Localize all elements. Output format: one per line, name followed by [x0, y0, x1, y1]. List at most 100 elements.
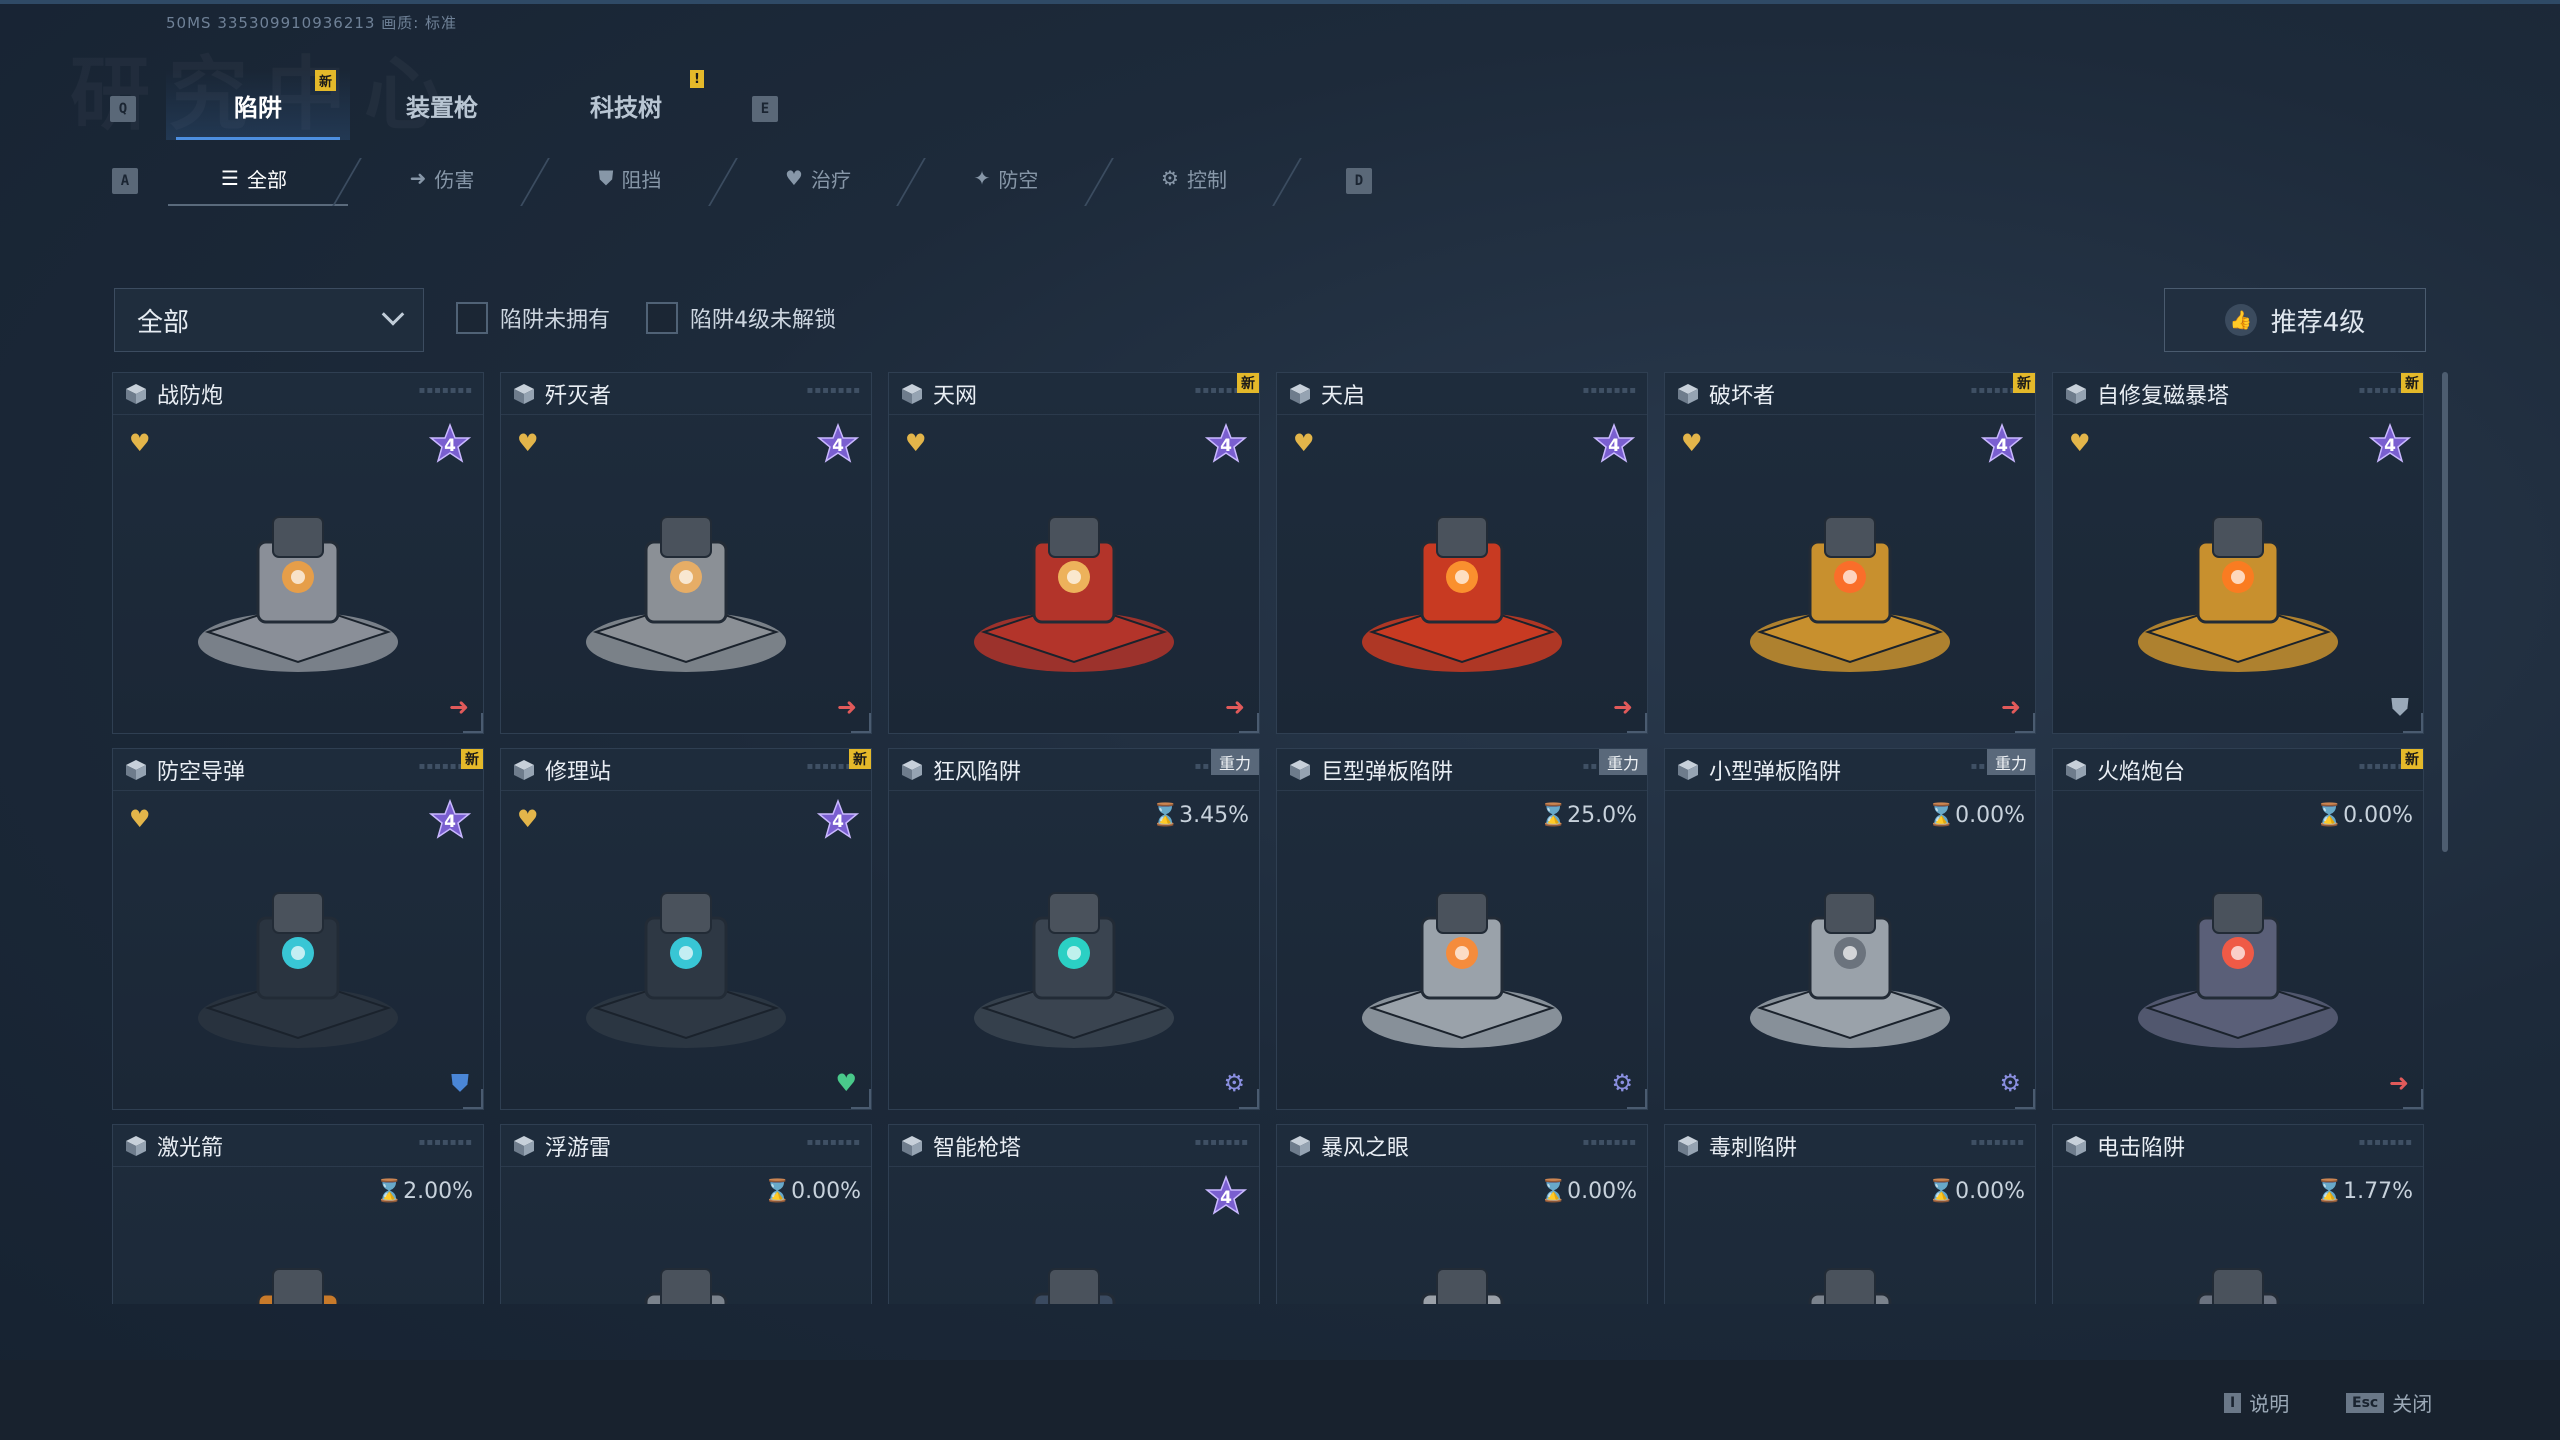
favorite-heart-icon[interactable]: ♥	[517, 805, 539, 833]
favorite-heart-icon[interactable]: ♥	[1293, 429, 1315, 457]
cube-icon	[1290, 759, 1310, 780]
gear-icon: ⚙	[1223, 1069, 1245, 1097]
trap-artwork	[974, 891, 1174, 1048]
subtab-1[interactable]: ➜ 伤害	[348, 150, 536, 206]
favorite-heart-icon[interactable]: ♥	[517, 429, 539, 457]
favorite-heart-icon[interactable]: ♥	[905, 429, 927, 457]
trap-card[interactable]: 战防炮 ▪▪▪▪▪▪▪ ♥ 4 ➜	[112, 372, 484, 734]
key-hint-e[interactable]: E	[752, 96, 778, 122]
cube-icon	[514, 759, 534, 780]
checkbox-label: 陷阱4级未解锁	[690, 308, 836, 333]
subtab-3[interactable]: ♥ 治疗	[724, 150, 912, 206]
trap-card[interactable]: 智能枪塔 ▪▪▪▪▪▪▪ 4	[888, 1124, 1260, 1304]
gear-icon: ⚙	[1161, 166, 1179, 190]
card-name: 浮游雷	[545, 1135, 612, 1161]
card-header: 毒刺陷阱 ▪▪▪▪▪▪▪	[1665, 1125, 2035, 1167]
card-serial-mark: ▪▪▪▪▪▪▪	[1582, 385, 1637, 396]
card-badge: 新	[2013, 373, 2035, 393]
damage-arrow-icon: ➜	[2000, 693, 2021, 721]
card-header: 修理站 ▪▪▪▪▪▪▪	[501, 749, 871, 791]
gear-icon: ⚙	[1611, 1069, 1633, 1097]
top-accent-line	[0, 0, 2560, 4]
level-number: 4	[832, 436, 844, 456]
shield-icon: ⛊	[2391, 693, 2409, 721]
trap-card[interactable]: 破坏者 ▪▪▪▪▪▪▪ 新 ♥ 4 ➜	[1664, 372, 2036, 734]
favorite-heart-icon[interactable]: ♥	[129, 805, 151, 833]
recommend-level4-button[interactable]: 👍 推荐4级	[2164, 288, 2426, 352]
trap-card[interactable]: 自修复磁暴塔 ▪▪▪▪▪▪▪ 新 ♥ 4 ⛊	[2052, 372, 2424, 734]
chevron-down-icon	[381, 303, 405, 326]
trap-card[interactable]: 小型弹板陷阱▪▪▪▪▪▪▪重力 ⌛0.00% ⚙	[1664, 748, 2036, 1110]
drop-rate-value: 1.77%	[2343, 1179, 2413, 1204]
sub-tabs: ☰ 全部 ➜ 伤害 ⛊ 阻挡 ♥ 治疗 ✦ 防空 ⚙ 控制	[160, 150, 1288, 206]
card-header: 电击陷阱 ▪▪▪▪▪▪▪	[2053, 1125, 2423, 1167]
card-name: 暴风之眼	[1321, 1135, 1410, 1161]
shield-icon: ⛊	[598, 166, 614, 190]
card-serial-mark: ▪▪▪▪▪▪▪	[1970, 1137, 2025, 1148]
drop-rate-value: 0.00%	[1567, 1179, 1637, 1204]
trap-card[interactable]: 巨型弹板陷阱▪▪▪▪▪▪▪重力 ⌛25.0% ⚙	[1276, 748, 1648, 1110]
trap-artwork	[1032, 1267, 1116, 1304]
trap-card[interactable]: 激光箭 ▪▪▪▪▪▪▪ ⌛2.00%	[112, 1124, 484, 1304]
subtab-2[interactable]: ⛊ 阻挡	[536, 150, 724, 206]
trap-card[interactable]: 电击陷阱 ▪▪▪▪▪▪▪ ⌛1.77%	[2052, 1124, 2424, 1304]
antiair-icon: ⛊	[451, 1069, 469, 1097]
trap-card[interactable]: 歼灭者 ▪▪▪▪▪▪▪ ♥ 4 ➜	[500, 372, 872, 734]
heart-icon: ♥	[785, 166, 803, 190]
trap-card[interactable]: 防空导弹 ▪▪▪▪▪▪▪ 新 ♥ 4 ⛊	[112, 748, 484, 1110]
tab-2[interactable]: 科技树!	[534, 70, 718, 140]
cube-icon	[126, 383, 146, 404]
trap-card[interactable]: 暴风之眼 ▪▪▪▪▪▪▪ ⌛0.00%	[1276, 1124, 1648, 1304]
card-header: 防空导弹 ▪▪▪▪▪▪▪	[113, 749, 483, 791]
trap-card[interactable]: 修理站 ▪▪▪▪▪▪▪ 新 ♥ 4 ♥	[500, 748, 872, 1110]
close-button[interactable]: Esc 关闭	[2346, 1388, 2432, 1417]
drop-rate-value: 0.00%	[791, 1179, 861, 1204]
trap-card[interactable]: 狂风陷阱▪▪▪▪▪▪▪重力 ⌛3.45% ⚙	[888, 748, 1260, 1110]
close-label: 关闭	[2392, 1392, 2433, 1416]
favorite-heart-icon[interactable]: ♥	[129, 429, 151, 457]
scrollbar[interactable]	[2442, 372, 2448, 852]
trap-card[interactable]: 天启 ▪▪▪▪▪▪▪ ♥ 4 ➜	[1276, 372, 1648, 734]
trap-artwork	[2196, 1267, 2280, 1304]
subtab-label: 控制	[1186, 167, 1227, 192]
trap-card[interactable]: 火焰炮台 ▪▪▪▪▪▪▪ 新 ⌛0.00% ➜	[2052, 748, 2424, 1110]
filter-level4-locked[interactable]: 陷阱4级未解锁	[646, 302, 836, 334]
help-button[interactable]: I 说明	[2224, 1388, 2289, 1417]
cube-icon	[126, 759, 146, 780]
checkbox[interactable]	[646, 302, 678, 334]
filter-not-owned[interactable]: 陷阱未拥有	[456, 302, 610, 334]
favorite-heart-icon[interactable]: ♥	[1681, 429, 1703, 457]
tab-badge: 新	[314, 70, 336, 91]
list-icon: ☰	[221, 166, 239, 190]
key-hint-a[interactable]: A	[112, 168, 138, 194]
card-name: 破坏者	[1709, 383, 1776, 409]
card-badge: 重力	[1598, 749, 1647, 775]
drop-rate: ⌛3.45%	[1151, 803, 1249, 828]
tab-1[interactable]: 装置枪	[350, 70, 534, 140]
drop-rate: ⌛25.0%	[1539, 803, 1637, 828]
subtab-5[interactable]: ⚙ 控制	[1100, 150, 1288, 206]
category-dropdown[interactable]: 全部	[114, 288, 424, 352]
card-name: 战防炮	[157, 383, 224, 409]
trap-artwork	[198, 891, 398, 1048]
trap-card[interactable]: 浮游雷 ▪▪▪▪▪▪▪ ⌛0.00%	[500, 1124, 872, 1304]
key-hint-d[interactable]: D	[1346, 168, 1372, 194]
key-esc: Esc	[2346, 1392, 2385, 1413]
card-serial-mark: ▪▪▪▪▪▪▪	[806, 385, 861, 396]
trap-artwork	[198, 515, 398, 672]
subtab-0[interactable]: ☰ 全部	[160, 150, 348, 206]
trap-card[interactable]: 天网 ▪▪▪▪▪▪▪ 新 ♥ 4 ➜	[888, 372, 1260, 734]
trap-artwork	[1750, 891, 1950, 1048]
trap-card[interactable]: 毒刺陷阱 ▪▪▪▪▪▪▪ ⌛0.00%	[1664, 1124, 2036, 1304]
trap-artwork	[1362, 515, 1562, 672]
card-header: 激光箭 ▪▪▪▪▪▪▪	[113, 1125, 483, 1167]
card-header: 自修复磁暴塔 ▪▪▪▪▪▪▪	[2053, 373, 2423, 415]
key-hint-q[interactable]: Q	[110, 96, 136, 122]
favorite-heart-icon[interactable]: ♥	[2069, 429, 2091, 457]
checkbox[interactable]	[456, 302, 488, 334]
trap-grid-viewport[interactable]: 战防炮 ▪▪▪▪▪▪▪ ♥ 4 ➜ 歼灭者 ▪▪▪▪▪▪▪ ♥ 4 ➜ 天网 ▪▪▪▪▪▪▪ 新 ♥ 4 ➜ 天…	[112, 372, 2432, 1304]
tab-0[interactable]: 陷阱 新	[166, 70, 350, 140]
trap-artwork	[586, 515, 786, 672]
subtab-4[interactable]: ✦ 防空	[912, 150, 1100, 206]
drop-rate: ⌛0.00%	[1927, 1179, 2025, 1204]
